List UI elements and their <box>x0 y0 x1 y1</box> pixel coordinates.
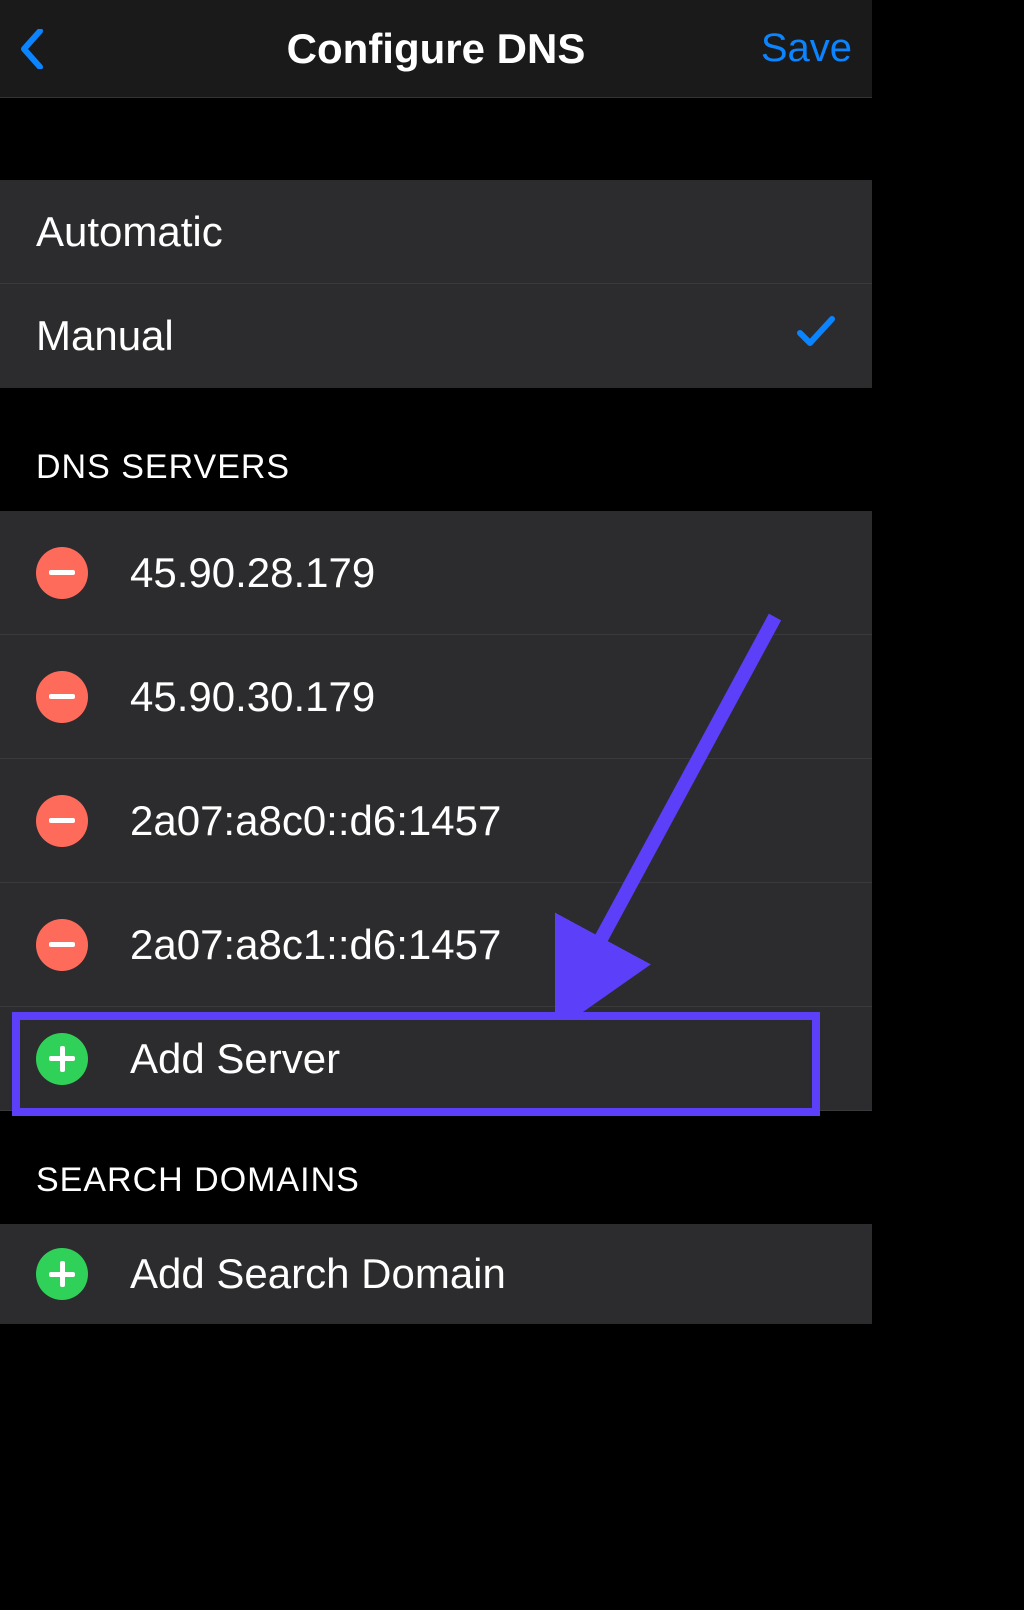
dns-server-row[interactable]: 45.90.30.179 <box>0 635 872 759</box>
option-automatic[interactable]: Automatic <box>0 180 872 284</box>
section-header-label: SEARCH DOMAINS <box>36 1161 836 1200</box>
dns-server-row[interactable]: 2a07:a8c0::d6:1457 <box>0 759 872 883</box>
add-search-domain-row[interactable]: Add Search Domain <box>0 1224 872 1324</box>
dns-server-value: 45.90.28.179 <box>130 549 375 597</box>
back-button[interactable] <box>20 25 48 73</box>
dns-server-list: 45.90.28.179 45.90.30.179 2a07:a8c0::d6:… <box>0 511 872 1111</box>
option-label: Automatic <box>36 208 223 256</box>
option-label: Manual <box>36 312 174 360</box>
dns-mode-group: Automatic Manual <box>0 180 872 388</box>
search-domain-list: Add Search Domain <box>0 1224 872 1324</box>
navigation-bar: Configure DNS Save <box>0 0 872 98</box>
dns-server-value: 45.90.30.179 <box>130 673 375 721</box>
remove-icon[interactable] <box>36 919 88 971</box>
option-manual[interactable]: Manual <box>0 284 872 388</box>
remove-icon[interactable] <box>36 671 88 723</box>
add-server-row[interactable]: Add Server <box>0 1007 872 1111</box>
dns-server-row[interactable]: 45.90.28.179 <box>0 511 872 635</box>
add-icon[interactable] <box>36 1248 88 1300</box>
add-search-domain-label: Add Search Domain <box>130 1250 506 1298</box>
chevron-left-icon <box>20 29 44 69</box>
spacer <box>0 98 872 180</box>
dns-server-value: 2a07:a8c1::d6:1457 <box>130 921 501 969</box>
page-title: Configure DNS <box>287 25 586 73</box>
add-server-label: Add Server <box>130 1035 340 1083</box>
dns-server-value: 2a07:a8c0::d6:1457 <box>130 797 501 845</box>
dns-server-row[interactable]: 2a07:a8c1::d6:1457 <box>0 883 872 1007</box>
save-button[interactable]: Save <box>761 26 852 71</box>
add-icon[interactable] <box>36 1033 88 1085</box>
dns-servers-header: DNS SERVERS <box>0 388 872 511</box>
search-domains-header: SEARCH DOMAINS <box>0 1111 872 1224</box>
remove-icon[interactable] <box>36 547 88 599</box>
checkmark-icon <box>796 311 836 362</box>
spacer <box>0 1324 872 1364</box>
remove-icon[interactable] <box>36 795 88 847</box>
section-header-label: DNS SERVERS <box>36 448 836 487</box>
